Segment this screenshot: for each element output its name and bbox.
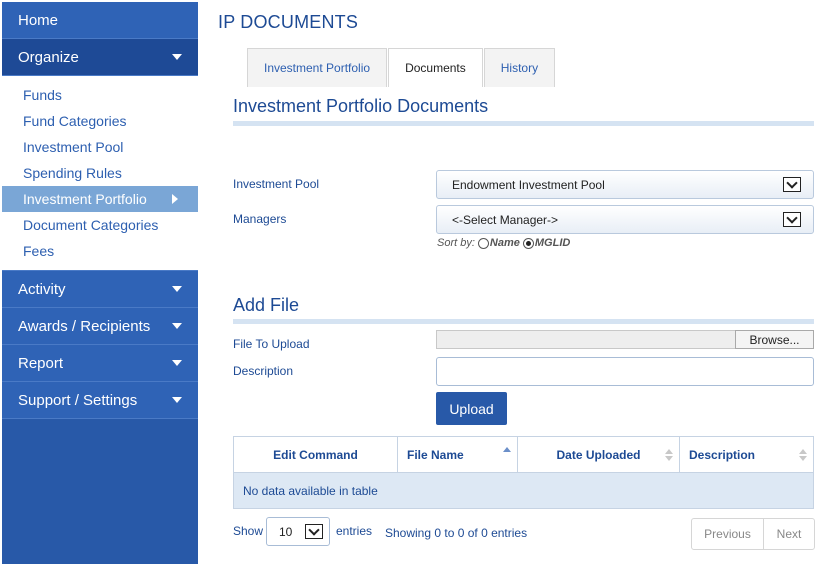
chevron-down-icon (172, 360, 182, 366)
sort-name-label: Name (489, 237, 520, 249)
upload-button[interactable]: Upload (436, 392, 507, 425)
nav-report-label: Report (18, 354, 64, 372)
browse-button[interactable]: Browse... (735, 330, 814, 349)
column-description[interactable]: Description (680, 437, 813, 472)
page-length-select[interactable]: 10 (266, 517, 330, 546)
nav-organize-label: Organize (18, 48, 79, 66)
sidebar-item-spending-rules[interactable]: Spending Rules (2, 160, 198, 186)
chevron-down-icon (172, 54, 182, 60)
documents-section-title: Investment Portfolio Documents (233, 96, 489, 116)
show-label: Show (233, 524, 264, 538)
sidebar-item-fund-categories[interactable]: Fund Categories (2, 108, 198, 134)
description-input[interactable] (436, 357, 814, 386)
chevron-down-icon (783, 212, 801, 227)
managers-value: <-Select Manager-> (452, 212, 559, 227)
sidebar-item-investment-pool[interactable]: Investment Pool (2, 134, 198, 160)
table-header: Edit Command File Name Date Uploaded Des… (234, 437, 813, 473)
column-file-name[interactable]: File Name (398, 437, 518, 472)
sort-icon (799, 449, 807, 461)
entries-label: entries (336, 524, 373, 538)
managers-label: Managers (233, 212, 287, 226)
sort-ascending-icon (503, 447, 511, 452)
previous-button[interactable]: Previous (692, 519, 764, 549)
nav-activity-label: Activity (18, 280, 66, 298)
investment-pool-label: Investment Pool (233, 177, 320, 191)
next-button[interactable]: Next (764, 519, 814, 549)
sidebar-item-label: Fund Categories (23, 113, 127, 129)
nav-awards-label: Awards / Recipients (18, 317, 151, 335)
chevron-right-icon (172, 194, 178, 204)
sidebar-item-label: Fees (23, 243, 55, 259)
sidebar-item-label: Spending Rules (23, 165, 122, 181)
chevron-down-icon (305, 524, 323, 539)
page-title: IP DOCUMENTS (218, 12, 359, 32)
tab-investment-portfolio[interactable]: Investment Portfolio (247, 48, 388, 87)
column-label: Edit Command (273, 447, 358, 462)
nav-report[interactable]: Report (2, 345, 198, 382)
main-content: IP DOCUMENTS Investment Portfolio Docume… (218, 0, 828, 564)
sidebar-item-label: Document Categories (23, 217, 159, 233)
tab-bar: Investment Portfolio Documents History (247, 48, 556, 87)
sort-by-options: Sort by: Name MGLID (437, 237, 570, 249)
sidebar-item-fees[interactable]: Fees (2, 238, 198, 264)
chevron-down-icon (172, 286, 182, 292)
sidebar-item-label: Investment Pool (23, 139, 124, 155)
nav-support-settings[interactable]: Support / Settings (2, 382, 198, 419)
sidebar-item-document-categories[interactable]: Document Categories (2, 212, 198, 238)
column-label: Date Uploaded (556, 447, 641, 462)
investment-pool-value: Endowment Investment Pool (452, 177, 605, 192)
table-info: Showing 0 to 0 of 0 entries (385, 526, 528, 540)
file-upload-input[interactable]: Browse... (436, 330, 814, 349)
column-edit-command[interactable]: Edit Command (234, 437, 398, 472)
description-label: Description (233, 364, 294, 378)
tab-history[interactable]: History (483, 48, 556, 87)
chevron-down-icon (783, 177, 801, 192)
section-divider (233, 319, 814, 324)
page-length-value: 10 (279, 524, 293, 539)
chevron-down-icon (172, 397, 182, 403)
empty-table-row: No data available in table (234, 473, 813, 508)
sidebar-item-label: Funds (23, 87, 62, 103)
sidebar: Home Organize Funds Fund Categories Inve… (2, 2, 198, 564)
column-label: Description (689, 447, 756, 462)
investment-pool-select[interactable]: Endowment Investment Pool (436, 170, 814, 199)
sidebar-item-investment-portfolio[interactable]: Investment Portfolio (2, 186, 198, 212)
pagination: Previous Next (691, 518, 815, 550)
managers-select[interactable]: <-Select Manager-> (436, 205, 814, 234)
sort-mglid-radio[interactable] (522, 237, 534, 249)
column-label: File Name (407, 447, 464, 462)
column-date-uploaded[interactable]: Date Uploaded (518, 437, 680, 472)
nav-support-label: Support / Settings (18, 391, 138, 409)
sort-by-label: Sort by: (437, 237, 475, 249)
sidebar-item-funds[interactable]: Funds (2, 82, 198, 108)
sidebar-item-label: Investment Portfolio (23, 191, 147, 207)
nav-home[interactable]: Home (2, 2, 198, 39)
nav-home-label: Home (18, 11, 59, 29)
nav-awards-recipients[interactable]: Awards / Recipients (2, 308, 198, 345)
sort-icon (665, 449, 673, 461)
tab-documents[interactable]: Documents (388, 48, 483, 87)
documents-table: Edit Command File Name Date Uploaded Des… (233, 436, 814, 509)
nav-organize[interactable]: Organize (2, 39, 198, 76)
add-file-title: Add File (233, 295, 300, 315)
nav-activity[interactable]: Activity (2, 271, 198, 308)
chevron-down-icon (172, 323, 182, 329)
file-to-upload-label: File To Upload (233, 337, 310, 351)
organize-submenu: Funds Fund Categories Investment Pool Sp… (2, 76, 198, 271)
sort-name-radio[interactable] (477, 237, 489, 249)
section-divider (233, 121, 814, 126)
sort-mglid-label: MGLID (534, 237, 571, 249)
